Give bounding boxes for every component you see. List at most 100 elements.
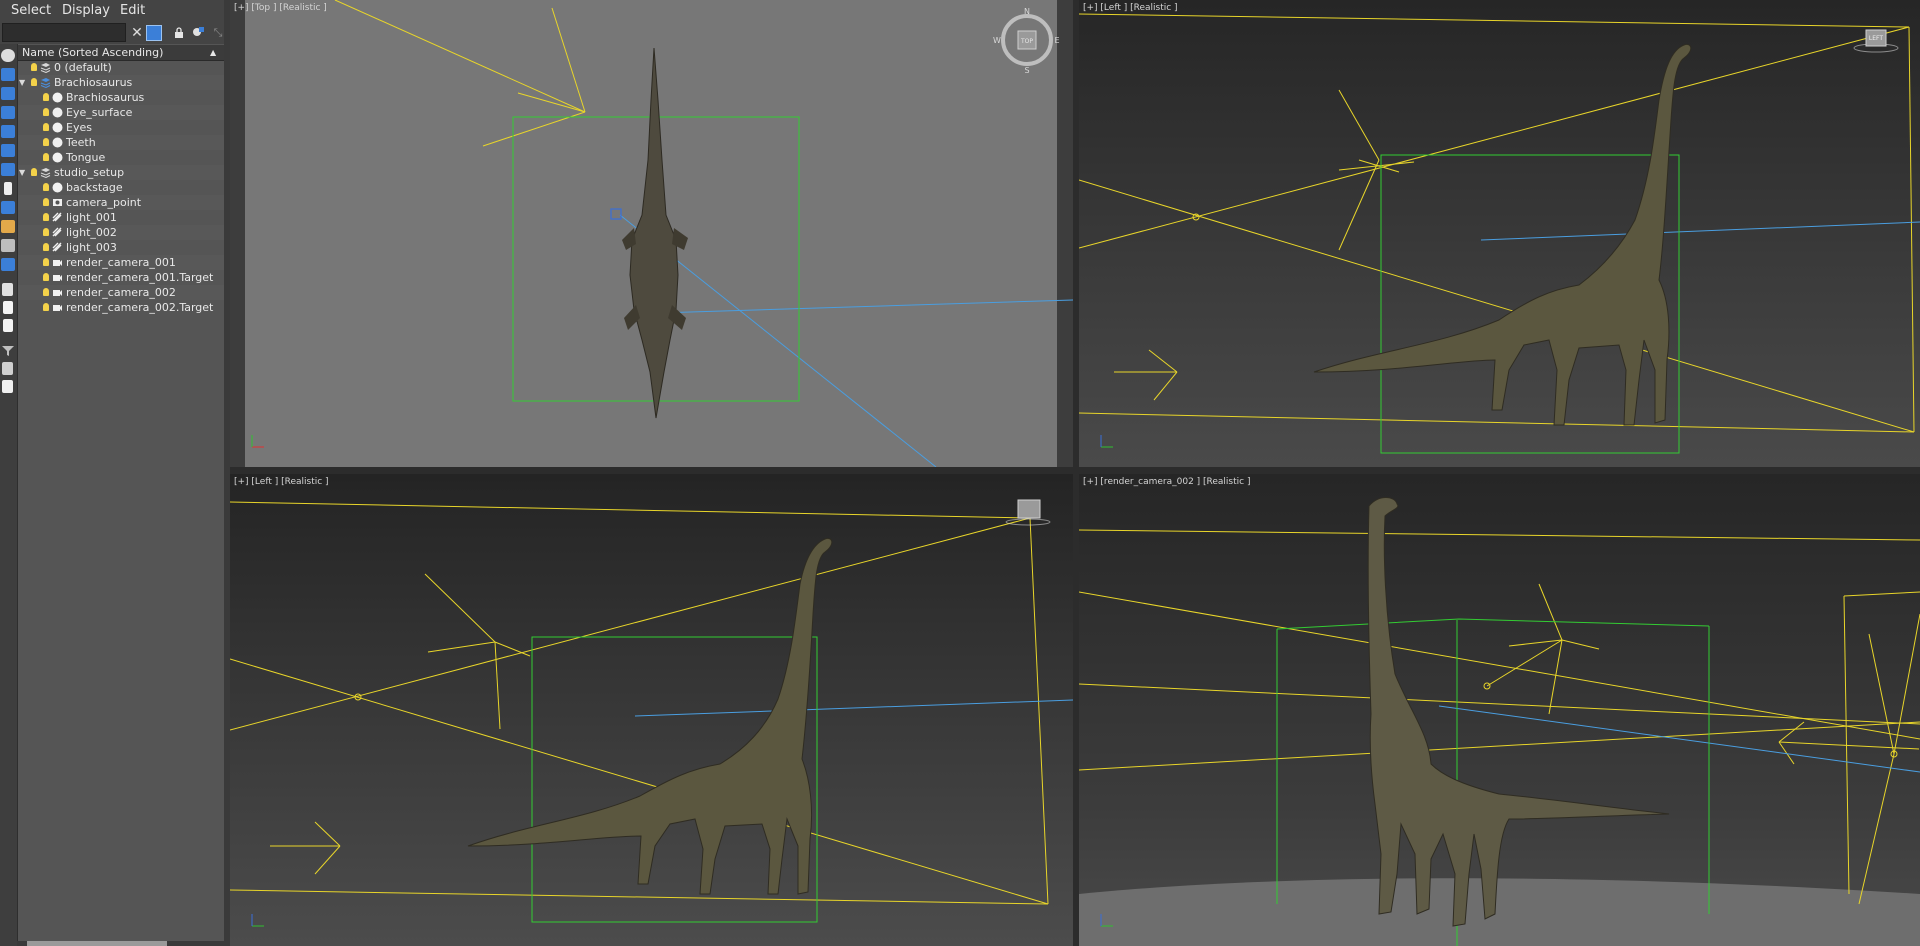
camera-icon [52, 272, 63, 283]
left-view-canvas-2 [230, 474, 1073, 946]
expand-toggle-icon[interactable]: ▼ [19, 75, 25, 90]
visibility-bulb-icon[interactable] [43, 153, 49, 161]
layer-manager-icon[interactable] [2, 380, 13, 393]
object-icon [52, 122, 63, 133]
left-view-canvas: LEFT [1079, 0, 1920, 467]
clear-search-icon[interactable]: ✕ [129, 25, 145, 41]
display-containers-icon[interactable] [1, 220, 15, 233]
viewport-left-lower[interactable]: [+] [Left ] [Realistic ] [230, 474, 1073, 946]
scene-tree-row[interactable]: Teeth [18, 135, 225, 150]
scene-tree-row[interactable]: render_camera_001.Target [18, 270, 225, 285]
scene-tree-row[interactable]: light_002 [18, 225, 225, 240]
display-all-icon[interactable] [2, 283, 13, 296]
scene-tree-row[interactable]: render_camera_002.Target [18, 300, 225, 315]
name-column-header[interactable]: Name (Sorted Ascending) ▲ [18, 45, 225, 61]
scene-tree-row-label: Eyes [66, 121, 92, 134]
scene-tree-row[interactable]: backstage [18, 180, 225, 195]
svg-text:S: S [1024, 66, 1029, 75]
display-frozen-icon[interactable] [1, 239, 15, 252]
scene-tree-row-label: Eye_surface [66, 106, 133, 119]
light-icon [52, 212, 63, 223]
viewport-horizontal-divider[interactable] [230, 467, 1920, 474]
visibility-bulb-icon[interactable] [43, 183, 49, 191]
display-geometry-icon[interactable] [1, 49, 15, 62]
menu-select[interactable]: Select [11, 3, 51, 18]
display-lights-icon[interactable] [1, 87, 15, 100]
visibility-bulb-icon[interactable] [43, 138, 49, 146]
display-groups-icon[interactable] [1, 163, 15, 176]
visibility-bulb-icon[interactable] [31, 168, 37, 176]
visibility-bulb-icon[interactable] [31, 78, 37, 86]
camera-view-canvas [1079, 474, 1920, 946]
visibility-bulb-icon[interactable] [43, 123, 49, 131]
camera-icon [52, 287, 63, 298]
scene-tree-row[interactable]: Eye_surface [18, 105, 225, 120]
visibility-bulb-icon[interactable] [43, 198, 49, 206]
filter-funnel-icon[interactable] [1, 342, 15, 356]
sort-ascending-icon[interactable]: ▲ [210, 45, 216, 60]
explorer-filter-toolbar [0, 44, 17, 946]
select-filter-icon[interactable] [146, 25, 162, 41]
display-spacewarps-icon[interactable] [1, 144, 15, 157]
search-input[interactable] [2, 23, 126, 42]
viewport-camera[interactable]: [+] [render_camera_002 ] [Realistic ] [1079, 474, 1920, 946]
visibility-bulb-icon[interactable] [43, 258, 49, 266]
scene-tree-row-label: render_camera_001 [66, 256, 176, 269]
light-icon [52, 227, 63, 238]
light-icon [52, 242, 63, 253]
visibility-bulb-icon[interactable] [43, 243, 49, 251]
viewport-top[interactable]: TOP N S W E [+] [Top ] [Realistic ] [230, 0, 1073, 467]
visibility-bulb-icon[interactable] [31, 63, 37, 71]
display-xrefs-icon[interactable] [4, 182, 12, 195]
visibility-bulb-icon[interactable] [43, 93, 49, 101]
scene-tree-row[interactable]: Eyes [18, 120, 225, 135]
scene-tree-row-label: Tongue [66, 151, 106, 164]
lock-icon[interactable] [171, 25, 187, 41]
display-invert-icon[interactable] [3, 319, 13, 332]
display-cameras-icon[interactable] [1, 106, 15, 119]
sync-selection-icon[interactable] [190, 25, 206, 41]
display-shapes-icon[interactable] [1, 68, 15, 81]
visibility-bulb-icon[interactable] [43, 273, 49, 281]
scene-tree-row[interactable]: 0 (default) [18, 60, 225, 75]
hierarchy-sort-icon[interactable] [2, 362, 13, 375]
scene-tree-row-label: backstage [66, 181, 123, 194]
horizontal-scrollbar[interactable] [17, 941, 224, 946]
display-bones-icon[interactable] [1, 201, 15, 214]
visibility-bulb-icon[interactable] [43, 213, 49, 221]
display-hidden-icon[interactable] [1, 258, 15, 271]
scene-tree-row[interactable]: camera_point [18, 195, 225, 210]
layer-icon [40, 167, 51, 179]
scene-tree-row[interactable]: Brachiosaurus [18, 90, 225, 105]
scene-explorer-menubar: Select Display Edit [0, 0, 228, 22]
layer-icon [40, 62, 51, 74]
point-icon [52, 197, 63, 208]
menu-edit[interactable]: Edit [120, 3, 145, 18]
object-icon [52, 152, 63, 163]
layer-icon [40, 77, 51, 89]
visibility-bulb-icon[interactable] [43, 288, 49, 296]
scene-tree-row[interactable]: render_camera_001 [18, 255, 225, 270]
viewport-label[interactable]: [+] [render_camera_002 ] [Realistic ] [1083, 477, 1250, 487]
scene-tree-row-label: Brachiosaurus [66, 91, 145, 104]
display-none-icon[interactable] [3, 301, 13, 314]
menu-display[interactable]: Display [62, 3, 110, 18]
display-helpers-icon[interactable] [1, 125, 15, 138]
viewport-label[interactable]: [+] [Top ] [Realistic ] [234, 3, 327, 13]
scene-tree-row[interactable]: Tongue [18, 150, 225, 165]
viewport-left-upper[interactable]: LEFT [+] [Left ] [Realistic ] [1079, 0, 1920, 467]
viewport-label[interactable]: [+] [Left ] [Realistic ] [234, 477, 329, 487]
top-view-canvas: TOP N S W E [245, 0, 1073, 467]
scrollbar-thumb[interactable] [27, 941, 167, 946]
scene-tree-row[interactable]: light_003 [18, 240, 225, 255]
visibility-bulb-icon[interactable] [43, 108, 49, 116]
scene-tree-row[interactable]: ▼ studio_setup [18, 165, 225, 180]
viewport-label[interactable]: [+] [Left ] [Realistic ] [1083, 3, 1178, 13]
scene-tree-row[interactable]: ▼ Brachiosaurus [18, 75, 225, 90]
visibility-bulb-icon[interactable] [43, 228, 49, 236]
column-title: Name (Sorted Ascending) [22, 46, 164, 59]
scene-tree-row[interactable]: light_001 [18, 210, 225, 225]
visibility-bulb-icon[interactable] [43, 303, 49, 311]
expand-toggle-icon[interactable]: ▼ [19, 165, 25, 180]
scene-tree-row[interactable]: render_camera_002 [18, 285, 225, 300]
